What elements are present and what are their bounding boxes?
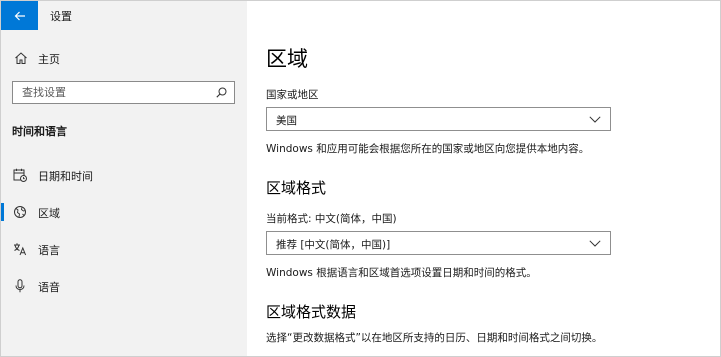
regional-format-heading: 区域格式: [266, 179, 327, 197]
sidebar: 设置 主页 时间和语言 日期和时间: [1, 1, 247, 356]
globe-region-icon: [14, 206, 26, 218]
microphone-icon: [15, 279, 25, 293]
country-description: Windows 和应用可能会根据您所在的国家或地区向您提供本地内容。: [266, 143, 590, 155]
format-data-description: 选择“更改数据格式”以在地区所支持的日历、日期和时间格式之间切换。: [266, 332, 603, 344]
country-label: 国家或地区: [266, 89, 319, 101]
window-title: 设置: [50, 10, 72, 23]
sidebar-item-label: 语音: [38, 281, 60, 294]
sidebar-item-region[interactable]: 区域: [1, 199, 247, 225]
search-box[interactable]: [12, 81, 235, 104]
country-dropdown[interactable]: 美国: [266, 107, 611, 131]
page-title: 区域: [266, 47, 308, 71]
format-data-heading: 区域格式数据: [266, 303, 357, 321]
regional-format-dropdown[interactable]: 推荐 [中文(简体，中国)]: [266, 231, 611, 255]
sidebar-item-home[interactable]: 主页: [1, 47, 247, 71]
home-icon: [15, 52, 27, 64]
sidebar-item-label: 语言: [38, 244, 60, 257]
back-button[interactable]: [1, 1, 38, 30]
home-label: 主页: [38, 53, 60, 66]
search-input[interactable]: [13, 82, 220, 103]
search-icon[interactable]: [216, 87, 227, 98]
selection-indicator: [1, 203, 4, 221]
sidebar-item-date-time[interactable]: 日期和时间: [1, 162, 247, 188]
chevron-down-icon: [589, 116, 601, 123]
regional-format-description: Windows 根据语言和区域首选项设置日期和时间的格式。: [266, 267, 537, 279]
regional-format-value: 推荐 [中文(简体，中国)]: [276, 239, 391, 251]
sidebar-section-heading: 时间和语言: [12, 125, 67, 138]
chevron-down-icon: [589, 240, 601, 247]
main-content: 区域 国家或地区 美国 Windows 和应用可能会根据您所在的国家或地区向您提…: [247, 1, 720, 356]
sidebar-item-language[interactable]: 语言: [1, 236, 247, 262]
title-bar: 设置: [1, 1, 247, 31]
country-value: 美国: [276, 115, 297, 127]
back-arrow-icon: [14, 11, 25, 20]
calendar-clock-icon: [13, 168, 27, 182]
current-format-label: 当前格式: 中文(简体，中国): [266, 213, 397, 225]
settings-window: 设置 主页 时间和语言 日期和时间: [0, 0, 721, 357]
sidebar-item-label: 区域: [38, 207, 60, 220]
language-icon: [14, 243, 27, 256]
sidebar-item-speech[interactable]: 语音: [1, 273, 247, 299]
sidebar-item-label: 日期和时间: [38, 170, 93, 183]
